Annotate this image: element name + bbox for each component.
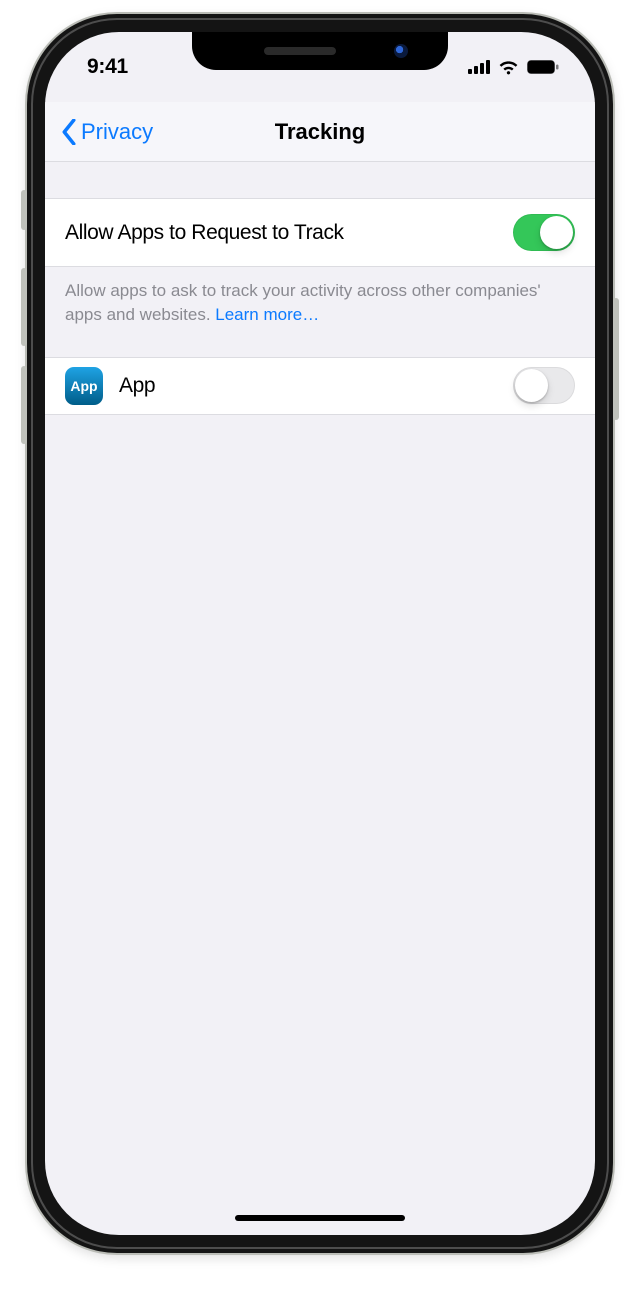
status-bar: 9:41 [45, 32, 595, 102]
back-button[interactable]: Privacy [61, 119, 153, 145]
battery-icon [527, 60, 559, 74]
screen: 9:41 [45, 32, 595, 1235]
mute-switch [21, 190, 27, 230]
device-frame: 9:41 [27, 14, 613, 1253]
page-title: Tracking [275, 119, 365, 145]
app-permission-row: App App [45, 357, 595, 415]
app-icon-text: App [70, 378, 97, 394]
content-area: Allow Apps to Request to Track Allow app… [45, 162, 595, 415]
nav-bar: Privacy Tracking [45, 102, 595, 162]
app-icon: App [65, 367, 103, 405]
allow-apps-footer: Allow apps to ask to track your activity… [45, 267, 595, 357]
chevron-left-icon [61, 119, 77, 145]
toggle-knob [515, 369, 548, 402]
allow-apps-to-track-label: Allow Apps to Request to Track [65, 221, 344, 245]
volume-up-button [21, 268, 27, 346]
status-icons [468, 60, 559, 75]
app-tracking-toggle[interactable] [513, 367, 575, 404]
app-label: App [119, 374, 497, 398]
status-time: 9:41 [87, 55, 128, 79]
home-indicator[interactable] [235, 1215, 405, 1221]
allow-apps-to-track-toggle[interactable] [513, 214, 575, 251]
wifi-icon [498, 60, 519, 75]
power-button [613, 298, 619, 420]
allow-apps-to-track-row: Allow Apps to Request to Track [45, 198, 595, 267]
learn-more-link[interactable]: Learn more… [215, 305, 319, 324]
volume-down-button [21, 366, 27, 444]
back-label: Privacy [81, 119, 153, 145]
cellular-icon [468, 60, 490, 74]
toggle-knob [540, 216, 573, 249]
